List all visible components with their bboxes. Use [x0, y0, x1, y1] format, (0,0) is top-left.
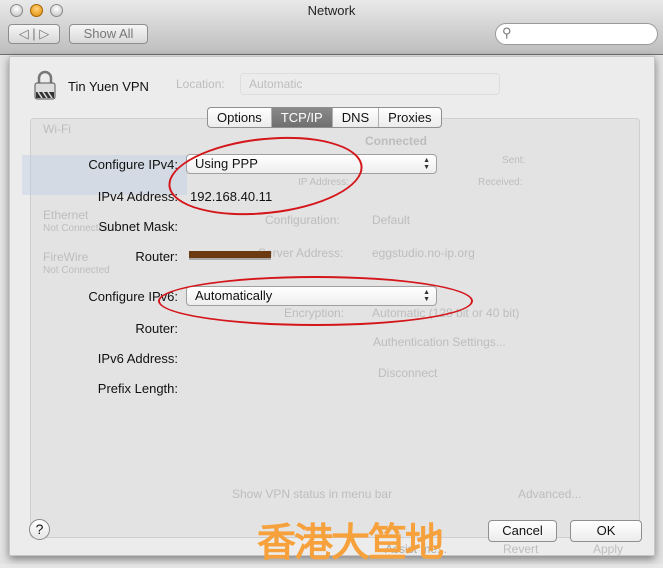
watermark-logo: 香港大笪地 — [257, 522, 444, 565]
tab-bar: Options TCP/IP DNS Proxies — [207, 107, 442, 128]
help-button[interactable]: ? — [29, 519, 50, 540]
configure-ipv4-value: Using PPP — [195, 156, 258, 171]
vpn-lock-icon — [32, 70, 58, 100]
configure-ipv6-label: Configure IPv6: — [88, 289, 178, 304]
cancel-button[interactable]: Cancel — [488, 520, 557, 542]
advanced-button: Advanced... — [518, 487, 582, 501]
ok-button[interactable]: OK — [570, 520, 642, 542]
ipv4-address-value: 192.168.40.11 — [190, 189, 273, 204]
encryption-value: Automatic (128 bit or 40 bit) — [372, 306, 520, 320]
sidebar-item-firewire-status: Not Connected — [43, 265, 110, 276]
configure-ipv4-popup[interactable]: Using PPP ▲ ▼ — [186, 154, 437, 174]
subnet-mask-label: Subnet Mask: — [98, 219, 179, 234]
title-bar: Network ◁ | ▷ Show All ⚲ — [0, 0, 663, 55]
updown-arrows-icon: ▲ ▼ — [423, 157, 430, 171]
apply-button: Apply — [593, 542, 624, 556]
location-label: Location: — [176, 77, 225, 91]
tab-dns[interactable]: DNS — [333, 108, 380, 127]
configure-ipv4-label: Configure IPv4: — [88, 157, 178, 172]
search-icon: ⚲ — [502, 25, 512, 40]
service-name: Tin Yuen VPN — [68, 79, 149, 94]
back-forward-buttons[interactable]: ◁ | ▷ — [8, 24, 60, 44]
tab-proxies[interactable]: Proxies — [379, 108, 440, 127]
search-input[interactable]: ⚲ — [495, 23, 658, 45]
show-vpn-status-checkbox: Show VPN status in menu bar — [232, 487, 393, 501]
router-redacted-value — [189, 251, 271, 260]
prefix-length-label: Prefix Length: — [97, 381, 178, 396]
sidebar-item-wifi: Wi-Fi — [43, 122, 71, 136]
encryption-label: Encryption: — [284, 306, 345, 320]
configuration-label: Configuration: — [265, 213, 340, 227]
show-all-button[interactable]: Show All — [69, 24, 148, 44]
status-value: Connected — [365, 134, 428, 148]
router-label: Router: — [135, 249, 178, 264]
ipv6-router-label: Router: — [135, 321, 178, 336]
back-icon[interactable]: ◁ — [19, 26, 29, 41]
ipv4-address-label: IPv4 Address: — [97, 189, 178, 204]
received-label: Received: — [478, 177, 523, 188]
ipv6-address-label: IPv6 Address: — [97, 351, 178, 366]
configuration-value: Default — [372, 213, 411, 227]
forward-icon[interactable]: ▷ — [39, 26, 49, 41]
tab-tcpip[interactable]: TCP/IP — [271, 108, 333, 127]
authentication-settings-button: Authentication Settings... — [373, 335, 506, 349]
tab-options[interactable]: Options — [208, 108, 272, 127]
disconnect-button: Disconnect — [378, 366, 438, 380]
sent-label: Sent: — [502, 155, 526, 166]
configure-ipv6-value: Automatically — [195, 288, 273, 303]
window-title: Network — [307, 3, 356, 18]
revert-button: Revert — [503, 542, 539, 556]
updown-arrows-icon: ▲ ▼ — [423, 289, 430, 303]
ip-address-label: IP Address: — [298, 177, 349, 188]
location-popup: Automatic — [240, 73, 500, 95]
configure-ipv6-popup[interactable]: Automatically ▲ ▼ — [186, 286, 437, 306]
server-address-value: eggstudio.no-ip.org — [372, 246, 475, 260]
